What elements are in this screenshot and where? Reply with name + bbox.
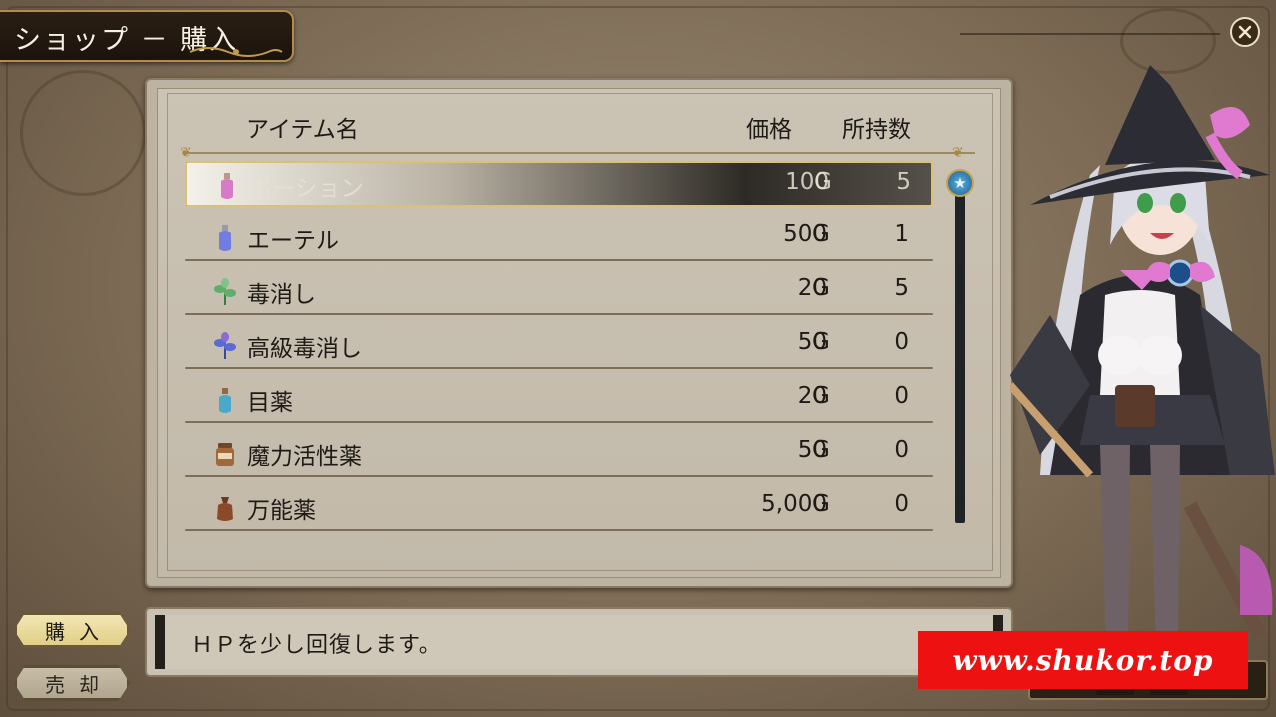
herb-green-icon xyxy=(214,278,236,305)
background-ornament xyxy=(20,70,146,196)
item-currency: G xyxy=(812,221,830,247)
header-price: 価格 xyxy=(746,117,792,143)
item-row[interactable]: 高級毒消し 50 G 0 xyxy=(185,323,933,369)
close-icon xyxy=(1238,25,1252,39)
item-price: 50 xyxy=(797,329,827,355)
header-owned: 所持数 xyxy=(842,117,911,143)
item-owned: 0 xyxy=(894,383,909,409)
item-row[interactable]: エーテル 500 G 1 xyxy=(185,215,933,261)
item-name: 魔力活性薬 xyxy=(247,444,362,470)
item-price: 20 xyxy=(797,383,827,409)
title-ornament xyxy=(189,47,283,57)
row-underline xyxy=(185,367,933,369)
item-currency: G xyxy=(814,169,832,195)
sell-button[interactable]: 売却 xyxy=(14,665,130,701)
item-name: 万能薬 xyxy=(247,498,316,524)
item-row[interactable]: 毒消し 20 G 5 xyxy=(185,269,933,315)
header-item-name: アイテム名 xyxy=(246,117,359,143)
item-name: 毒消し xyxy=(247,282,316,308)
item-price: 500 xyxy=(783,221,827,247)
buy-button[interactable]: 購入 xyxy=(14,612,130,648)
row-underline xyxy=(185,529,933,531)
item-currency: G xyxy=(812,275,830,301)
item-name: 高級毒消し xyxy=(247,336,362,362)
row-underline xyxy=(185,313,933,315)
row-underline xyxy=(185,421,933,423)
item-row[interactable]: 目薬 20 G 0 xyxy=(185,377,933,423)
header-divider xyxy=(185,152,975,154)
row-underline xyxy=(185,475,933,477)
scrollbar-handle[interactable]: ★ xyxy=(946,169,974,197)
description-box: ＨＰを少し回復します。 xyxy=(145,607,1013,677)
item-owned: 5 xyxy=(896,169,911,195)
item-price: 5,000 xyxy=(761,491,827,517)
item-name: ポーション xyxy=(249,176,364,202)
item-owned: 0 xyxy=(894,491,909,517)
item-description: ＨＰを少し回復します。 xyxy=(191,633,442,658)
row-underline xyxy=(185,259,933,261)
item-owned: 0 xyxy=(894,437,909,463)
close-button[interactable] xyxy=(1230,17,1260,47)
item-row[interactable]: 魔力活性薬 50 G 0 xyxy=(185,431,933,477)
potion-pink-icon xyxy=(221,173,233,199)
header-ornament-right: ❦ xyxy=(952,145,964,161)
item-price: 20 xyxy=(797,275,827,301)
description-inner: ＨＰを少し回復します。 xyxy=(155,615,1003,669)
item-price: 100 xyxy=(785,169,829,195)
item-row[interactable]: ポーション 100 G 5 xyxy=(185,161,933,207)
item-currency: G xyxy=(812,491,830,517)
item-currency: G xyxy=(812,329,830,355)
watermark-banner: www.shukor.top xyxy=(918,631,1248,689)
item-currency: G xyxy=(812,383,830,409)
eyedrop-bottle-icon xyxy=(219,388,231,413)
star-icon: ★ xyxy=(953,174,967,192)
jar-icon xyxy=(216,443,234,466)
header-ornament-left: ❦ xyxy=(180,145,192,161)
pouch-icon xyxy=(217,497,233,521)
item-name: 目薬 xyxy=(247,390,293,416)
witch-character-portrait xyxy=(1010,65,1275,695)
item-currency: G xyxy=(812,437,830,463)
herb-blue-icon xyxy=(214,332,236,359)
watermark-text: www.shukor.top xyxy=(952,643,1214,677)
ether-blue-icon xyxy=(219,225,231,251)
item-owned: 0 xyxy=(894,329,909,355)
item-name: エーテル xyxy=(247,228,339,254)
item-owned: 5 xyxy=(894,275,909,301)
item-price: 50 xyxy=(797,437,827,463)
top-rule xyxy=(960,33,1220,35)
item-row[interactable]: 万能薬 5,000 G 0 xyxy=(185,485,933,531)
scrollbar-track[interactable] xyxy=(955,190,965,523)
item-owned: 1 xyxy=(894,221,909,247)
